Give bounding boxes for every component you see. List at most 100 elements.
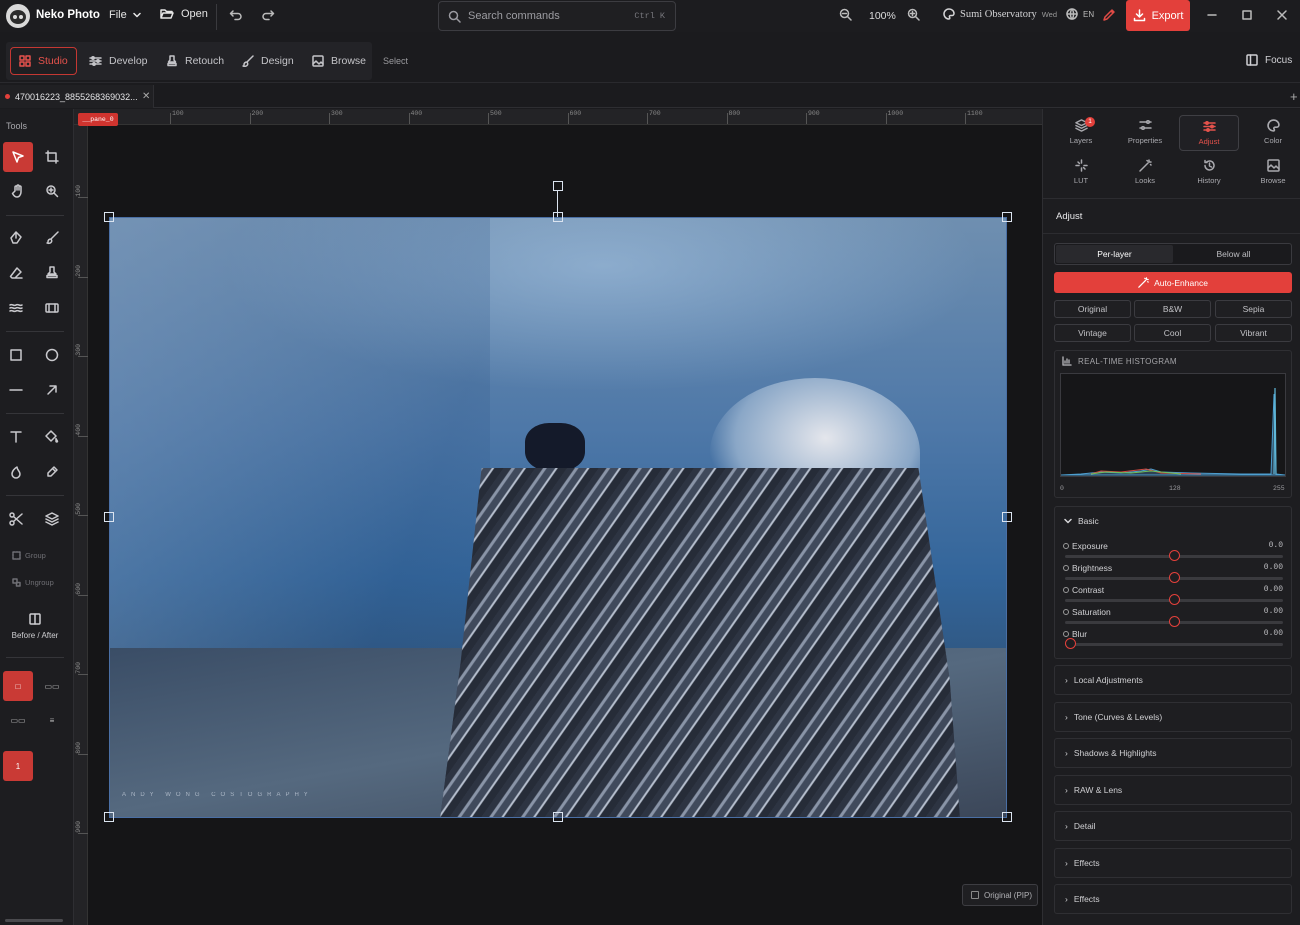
mode-browse[interactable]: Browse <box>304 47 374 75</box>
preset-vibrant[interactable]: Vibrant <box>1215 324 1292 342</box>
slider-knob[interactable] <box>1168 550 1180 561</box>
tools-scrollbar[interactable] <box>5 919 63 922</box>
workspace-indicator[interactable]: Sumi Observatory Wed <box>943 8 1057 20</box>
preset-vintage[interactable]: Vintage <box>1054 324 1131 342</box>
brush-tool[interactable] <box>37 223 67 253</box>
undo-button[interactable] <box>229 8 243 22</box>
slider-track[interactable] <box>1065 643 1283 646</box>
close-window-button[interactable] <box>1276 9 1288 21</box>
slider-knob[interactable] <box>1168 616 1180 627</box>
slider-knob[interactable] <box>1065 638 1076 649</box>
section-local-adjustments[interactable]: › Local Adjustments <box>1054 665 1292 695</box>
tab-adjust[interactable]: Adjust <box>1179 115 1239 151</box>
language-button[interactable]: EN <box>1066 8 1094 20</box>
tab-layers[interactable]: Layers 1 <box>1051 115 1111 151</box>
layers-tool[interactable] <box>37 504 67 534</box>
zoom-in-button[interactable] <box>907 8 920 21</box>
new-tab-button[interactable]: + <box>1290 89 1298 104</box>
ellipse-tool[interactable] <box>37 340 67 370</box>
document-tab[interactable]: 470016223_8855268369032... ✕ <box>0 85 154 108</box>
text-tool[interactable] <box>1 422 31 452</box>
rectangle-tool[interactable] <box>1 340 31 370</box>
tab-properties[interactable]: Properties <box>1115 115 1175 151</box>
search-input[interactable] <box>468 10 628 22</box>
mode-design[interactable]: Design <box>234 47 302 75</box>
film-tool[interactable] <box>37 293 67 323</box>
hand-tool[interactable] <box>3 176 33 206</box>
ungroup-button[interactable]: Ungroup <box>12 578 54 587</box>
slider-saturation[interactable]: Saturation 0.00 <box>1063 607 1285 629</box>
resize-handle-e[interactable] <box>1002 512 1012 522</box>
preset-bw[interactable]: B&W <box>1134 300 1211 318</box>
tab-history[interactable]: History <box>1179 155 1239 191</box>
preset-sepia[interactable]: Sepia <box>1215 300 1292 318</box>
mode-studio[interactable]: Studio <box>10 47 77 75</box>
scope-below-all[interactable]: Below all <box>1175 245 1292 263</box>
resize-handle-s[interactable] <box>553 812 563 822</box>
zoom-out-button[interactable] <box>839 8 852 21</box>
section-raw-lens[interactable]: › RAW & Lens <box>1054 775 1292 805</box>
split-view-button[interactable]: ▭▭ <box>37 671 67 701</box>
original-pip-toggle[interactable]: Original (PIP) <box>962 884 1038 906</box>
resize-handle-se[interactable] <box>1002 812 1012 822</box>
mode-retouch[interactable]: Retouch <box>158 47 232 75</box>
slider-exposure[interactable]: Exposure 0.0 <box>1063 541 1285 563</box>
annotate-button[interactable] <box>1102 8 1116 22</box>
export-button[interactable]: Export <box>1126 0 1190 31</box>
preset-original[interactable]: Original <box>1054 300 1131 318</box>
section-effects-2[interactable]: › Effects <box>1054 884 1292 914</box>
scope-per-layer[interactable]: Per-layer <box>1056 245 1173 263</box>
basic-header[interactable]: Basic <box>1064 516 1099 526</box>
resize-handle-n[interactable] <box>553 212 563 222</box>
page-number-button[interactable]: 1 <box>3 751 33 781</box>
file-menu[interactable]: File <box>109 9 141 21</box>
section-tone[interactable]: › Tone (Curves & Levels) <box>1054 702 1292 732</box>
zoom-level[interactable]: 100% <box>869 10 896 22</box>
side-by-side-button[interactable]: ▭▭ <box>3 705 33 735</box>
cut-tool[interactable] <box>1 504 31 534</box>
resize-handle-nw[interactable] <box>104 212 114 222</box>
preset-cool[interactable]: Cool <box>1134 324 1211 342</box>
focus-button[interactable]: Focus <box>1246 54 1292 66</box>
resize-handle-w[interactable] <box>104 512 114 522</box>
pen-tool[interactable] <box>1 223 31 253</box>
maximize-button[interactable] <box>1241 9 1253 21</box>
mode-develop[interactable]: Develop <box>81 47 156 75</box>
group-button[interactable]: Group <box>12 551 46 560</box>
list-view-button[interactable]: ≡ <box>37 705 67 735</box>
tab-browse[interactable]: Browse <box>1243 155 1300 191</box>
single-view-button[interactable]: □ <box>3 671 33 701</box>
minimize-button[interactable] <box>1206 9 1218 21</box>
smudge-tool[interactable] <box>1 293 31 323</box>
redo-button[interactable] <box>261 8 275 22</box>
resize-handle-ne[interactable] <box>1002 212 1012 222</box>
rotate-handle[interactable] <box>553 181 563 191</box>
command-search[interactable]: Ctrl K <box>438 1 676 31</box>
resize-handle-sw[interactable] <box>104 812 114 822</box>
open-button[interactable]: Open <box>160 8 208 20</box>
eraser-tool[interactable] <box>1 258 31 288</box>
tab-looks[interactable]: Looks <box>1115 155 1175 191</box>
eyedropper-tool[interactable] <box>37 457 67 487</box>
section-effects[interactable]: › Effects <box>1054 848 1292 878</box>
section-detail[interactable]: › Detail <box>1054 811 1292 841</box>
close-tab-icon[interactable]: ✕ <box>142 91 150 102</box>
auto-enhance-button[interactable]: Auto-Enhance <box>1054 272 1292 293</box>
clone-stamp-tool[interactable] <box>37 258 67 288</box>
tab-color[interactable]: Color <box>1243 115 1300 151</box>
select-tool[interactable] <box>3 142 33 172</box>
slider-blur[interactable]: Blur 0.00 <box>1063 629 1285 651</box>
section-shadows-highlights[interactable]: › Shadows & Highlights <box>1054 738 1292 768</box>
before-after-button[interactable]: Before / After <box>6 631 64 640</box>
slider-knob[interactable] <box>1168 594 1180 605</box>
slider-knob[interactable] <box>1168 572 1180 583</box>
slider-brightness[interactable]: Brightness 0.00 <box>1063 563 1285 585</box>
photo-layer[interactable]: ANDY WONG COSTOGRAPHY <box>109 217 1007 818</box>
zoom-tool[interactable] <box>37 176 67 206</box>
crop-tool[interactable] <box>37 142 67 172</box>
arrow-tool[interactable] <box>37 375 67 405</box>
burn-tool[interactable] <box>1 457 31 487</box>
slider-contrast[interactable]: Contrast 0.00 <box>1063 585 1285 607</box>
line-tool[interactable] <box>1 375 31 405</box>
pip-checkbox[interactable] <box>971 891 979 899</box>
